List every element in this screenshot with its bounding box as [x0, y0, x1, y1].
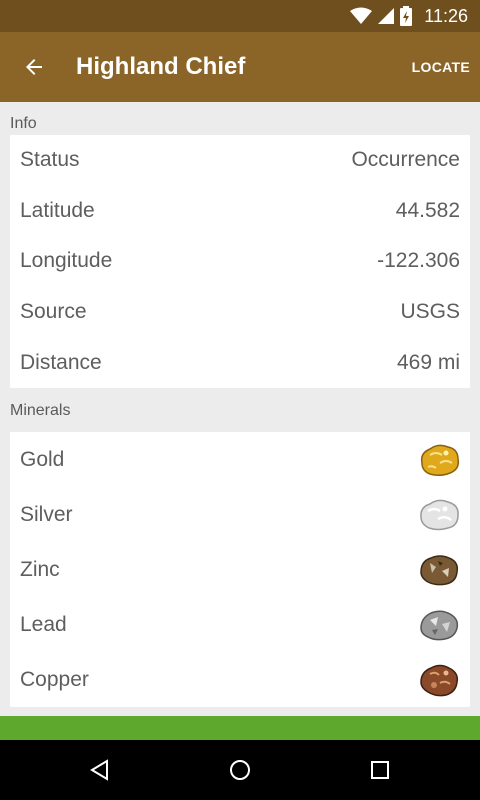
bottom-accent-bar [0, 716, 480, 740]
info-label: Distance [20, 350, 102, 374]
system-nav-bar [0, 740, 480, 800]
zinc-ore-icon [420, 554, 459, 585]
info-value: 44.582 [395, 198, 460, 222]
info-label: Latitude [20, 198, 95, 222]
minerals-card: Gold Silver Zinc Lead Copper [10, 432, 470, 707]
info-value: 469 mi [396, 350, 460, 374]
status-icons: 11:26 [350, 0, 468, 32]
locate-button[interactable]: LOCATE [404, 49, 470, 85]
info-label: Status [20, 148, 80, 172]
mineral-row-silver[interactable]: Silver [10, 487, 470, 542]
copper-ore-icon [420, 664, 459, 696]
arrow-back-icon [26, 59, 42, 75]
info-label: Source [20, 300, 87, 324]
nav-recents-button[interactable] [350, 750, 410, 790]
nav-home-button[interactable] [210, 750, 270, 790]
info-section-header: Info [10, 115, 37, 132]
info-row-longitude: Longitude -122.306 [10, 236, 470, 287]
status-time: 11:26 [424, 5, 468, 26]
status-bar: 11:26 [0, 0, 480, 32]
mineral-row-zinc[interactable]: Zinc [10, 542, 470, 597]
battery-icon [400, 6, 413, 26]
page-title: Highland Chief [76, 53, 246, 80]
info-value: USGS [400, 300, 460, 324]
recents-square-icon [371, 761, 389, 779]
info-label: Longitude [20, 249, 113, 273]
back-triangle-icon [90, 759, 108, 781]
nav-back-button[interactable] [70, 750, 130, 790]
signal-icon [378, 8, 395, 24]
info-row-source: Source USGS [10, 287, 470, 338]
home-circle-icon [230, 760, 250, 780]
info-row-status: Status Occurrence [10, 135, 470, 186]
info-row-distance: Distance 469 mi [10, 337, 470, 388]
gold-nugget-icon [420, 444, 460, 476]
mineral-name: Silver [20, 502, 73, 526]
minerals-section-header: Minerals [10, 402, 71, 419]
lead-ore-icon [420, 610, 459, 640]
info-value: Occurrence [351, 148, 460, 172]
silver-nugget-icon [420, 499, 459, 530]
mineral-row-copper[interactable]: Copper [10, 652, 470, 707]
back-button[interactable] [14, 47, 54, 87]
app-bar: Highland Chief LOCATE [0, 32, 480, 102]
mineral-row-lead[interactable]: Lead [10, 597, 470, 652]
wifi-icon [350, 7, 373, 24]
mineral-name: Zinc [20, 557, 60, 581]
info-row-latitude: Latitude 44.582 [10, 186, 470, 237]
info-card: Status Occurrence Latitude 44.582 Longit… [10, 135, 470, 388]
mineral-name: Lead [20, 612, 67, 636]
mineral-name: Gold [20, 447, 65, 471]
mineral-row-gold[interactable]: Gold [10, 432, 470, 487]
info-value: -122.306 [377, 249, 460, 273]
mineral-name: Copper [20, 667, 89, 691]
